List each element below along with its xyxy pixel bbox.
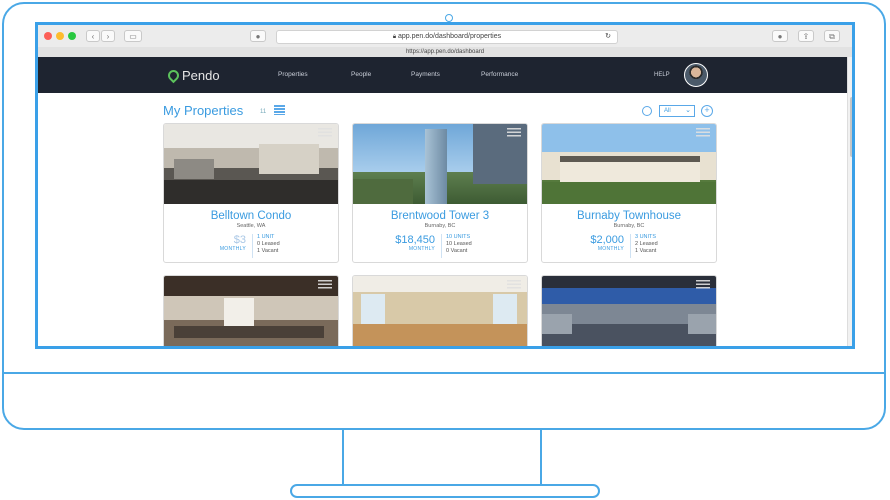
- vacant-count: 0 Vacant: [446, 248, 468, 254]
- property-photo: [164, 124, 338, 204]
- card-menu-icon[interactable]: [507, 280, 521, 289]
- back-icon[interactable]: ‹: [86, 30, 100, 42]
- price-period: MONTHLY: [597, 246, 624, 252]
- property-name[interactable]: Burnaby Townhouse: [542, 210, 716, 222]
- pendo-logo-icon: [165, 67, 182, 84]
- card-menu-icon[interactable]: [318, 128, 332, 137]
- minimize-window-icon[interactable]: [56, 32, 64, 40]
- reload-icon[interactable]: ↻: [605, 31, 611, 43]
- monitor-stand-neck: [342, 430, 542, 486]
- card-menu-icon[interactable]: [696, 128, 710, 137]
- divider: [252, 234, 253, 258]
- app-header: Pendo Properties People Payments Perform…: [38, 57, 847, 93]
- tabs-icon[interactable]: ⧉: [824, 30, 840, 42]
- page-title: My Properties: [163, 103, 244, 118]
- nav-people[interactable]: People: [351, 71, 371, 78]
- monthly-price: $3: [233, 234, 246, 246]
- price-period: MONTHLY: [219, 246, 246, 252]
- property-location: Burnaby, BC: [424, 223, 456, 229]
- price-block: $2,000 MONTHLY: [590, 234, 624, 252]
- property-location: Seattle, WA: [236, 223, 266, 229]
- unit-count: 10 UNITS: [446, 234, 471, 240]
- property-photo: [542, 276, 716, 346]
- monthly-price: $18,450: [395, 234, 435, 246]
- vacant-count: 1 Vacant: [635, 248, 657, 254]
- price-period: MONTHLY: [408, 246, 435, 252]
- address-bar[interactable]: 🔒︎ app.pen.do/dashboard/properties ↻: [276, 30, 618, 44]
- card-menu-icon[interactable]: [696, 280, 710, 289]
- privacy-icon[interactable]: ●: [772, 30, 788, 42]
- nav-properties[interactable]: Properties: [278, 71, 308, 78]
- price-block: $3 MONTHLY: [220, 234, 246, 252]
- monitor-stand-base: [290, 484, 600, 498]
- vacant-count: 1 Vacant: [257, 248, 279, 254]
- property-photo: [542, 124, 716, 204]
- add-property-icon[interactable]: +: [701, 105, 713, 117]
- search-icon[interactable]: [642, 106, 652, 116]
- tab-title: https://app.pen.do/dashboard: [405, 49, 485, 55]
- property-card-burnaby-townhouse[interactable]: Burnaby Townhouse Burnaby, BC $2,000 MON…: [541, 123, 717, 263]
- avatar[interactable]: [684, 63, 708, 87]
- property-photo: [353, 276, 527, 346]
- card-menu-icon[interactable]: [507, 128, 521, 137]
- leased-count: 2 Leased: [635, 241, 658, 247]
- property-location: Burnaby, BC: [613, 223, 645, 229]
- property-card-5[interactable]: [352, 275, 528, 346]
- property-name[interactable]: Brentwood Tower 3: [353, 210, 527, 222]
- brand-name: Pendo: [182, 68, 220, 83]
- monitor-chin-divider: [2, 372, 886, 374]
- filter-select[interactable]: All ⌄: [659, 105, 695, 117]
- camera-icon: [445, 14, 453, 22]
- unit-count: 1 UNIT: [257, 234, 275, 240]
- leased-count: 0 Leased: [257, 241, 280, 247]
- unit-stats: 10 UNITS 10 Leased 0 Vacant: [446, 234, 472, 255]
- forward-icon[interactable]: ›: [101, 30, 115, 42]
- property-photo: [353, 124, 527, 204]
- card-menu-icon[interactable]: [318, 280, 332, 289]
- leased-count: 10 Leased: [446, 241, 472, 247]
- address-url: app.pen.do/dashboard/properties: [398, 33, 502, 40]
- brand-logo[interactable]: Pendo: [165, 67, 220, 84]
- unit-stats: 3 UNITS 2 Leased 1 Vacant: [635, 234, 658, 255]
- zoom-window-icon[interactable]: [68, 32, 76, 40]
- property-photo: [164, 276, 338, 346]
- unit-count: 3 UNITS: [635, 234, 657, 240]
- scroll-thumb[interactable]: [850, 97, 852, 157]
- price-block: $18,450 MONTHLY: [395, 234, 435, 252]
- property-count: 11: [260, 109, 267, 115]
- property-card-4[interactable]: [163, 275, 339, 346]
- property-card-brentwood[interactable]: Brentwood Tower 3 Burnaby, BC $18,450 MO…: [352, 123, 528, 263]
- extension-icon[interactable]: ●: [250, 30, 266, 42]
- divider: [441, 234, 442, 258]
- property-card-belltown[interactable]: Belltown Condo Seattle, WA $3 MONTHLY 1 …: [163, 123, 339, 263]
- property-name[interactable]: Belltown Condo: [164, 210, 338, 222]
- unit-stats: 1 UNIT 0 Leased 1 Vacant: [257, 234, 280, 255]
- close-window-icon[interactable]: [44, 32, 52, 40]
- nav-payments[interactable]: Payments: [411, 71, 440, 78]
- filter-value: All: [664, 108, 671, 114]
- divider: [630, 234, 631, 258]
- share-icon[interactable]: ⇪: [798, 30, 814, 42]
- lock-icon: 🔒︎: [392, 34, 397, 40]
- sidebar-icon[interactable]: ▭: [124, 30, 142, 42]
- list-view-icon[interactable]: [274, 105, 285, 115]
- help-link[interactable]: HELP: [654, 72, 670, 78]
- chevron-down-icon: ⌄: [685, 107, 691, 114]
- nav-performance[interactable]: Performance: [481, 71, 518, 78]
- monthly-price: $2,000: [590, 234, 624, 246]
- property-card-6[interactable]: [541, 275, 717, 346]
- scrollbar[interactable]: [847, 57, 852, 346]
- browser-toolbar: ‹ › ▭ ● 🔒︎ app.pen.do/dashboard/properti…: [38, 25, 852, 48]
- screen: ‹ › ▭ ● 🔒︎ app.pen.do/dashboard/properti…: [35, 22, 855, 349]
